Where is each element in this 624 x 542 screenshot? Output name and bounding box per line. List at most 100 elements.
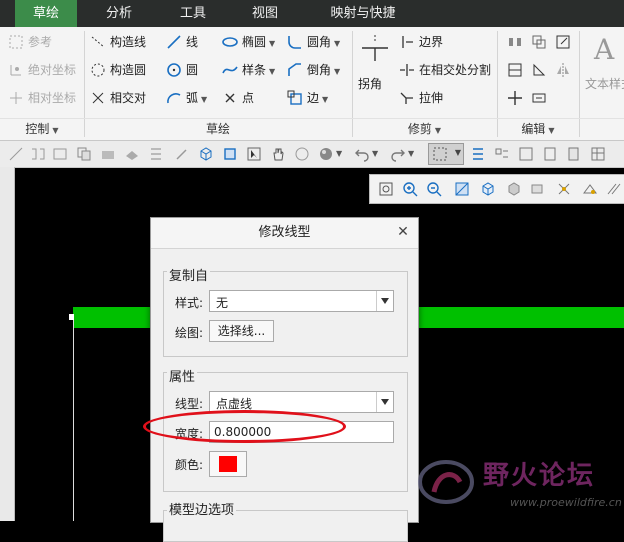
table-tool-icon[interactable]	[52, 146, 68, 162]
tab-sketch[interactable]: 草绘	[15, 0, 77, 27]
view-manager-icon[interactable]	[530, 181, 546, 197]
chevron-down-icon[interactable]: ▼	[408, 146, 424, 162]
group-label-divider	[0, 118, 624, 119]
layers-icon[interactable]	[566, 146, 582, 162]
sketcher-display-icon[interactable]	[606, 181, 622, 197]
zoom-in-icon[interactable]	[402, 181, 418, 197]
reference-button[interactable]: 参考	[8, 31, 52, 53]
copy-icon[interactable]	[531, 34, 547, 53]
text-style-icon[interactable]: A	[594, 33, 614, 66]
boundary-icon	[399, 34, 415, 50]
arc-button[interactable]: 弧 ▼	[166, 87, 207, 109]
reference-label: 参考	[28, 35, 53, 49]
line-button[interactable]: 线	[166, 31, 198, 53]
trim-label: 修剪	[407, 122, 432, 136]
fillet-icon	[287, 34, 303, 50]
arc-icon	[166, 90, 182, 106]
repaint-icon[interactable]	[454, 181, 470, 197]
constraint-tool-icon[interactable]	[148, 146, 164, 162]
shape-tool-icon[interactable]	[124, 146, 140, 162]
mirror-tool-icon[interactable]	[30, 146, 46, 162]
chevron-down-icon[interactable]	[376, 291, 393, 311]
redo-icon[interactable]	[390, 146, 406, 162]
absolute-coords-button[interactable]: 绝对坐标	[8, 59, 76, 81]
display-sphere-icon[interactable]	[318, 146, 334, 162]
spline-button[interactable]: 样条 ▼	[222, 59, 275, 81]
group-label-trim[interactable]: 修剪 ▼	[352, 119, 497, 139]
refit-icon[interactable]	[378, 181, 394, 197]
tab-mapping-shortcuts[interactable]: 映射与快捷	[318, 0, 408, 27]
wand-tool-icon[interactable]	[174, 146, 190, 162]
shaded-cube-icon[interactable]	[222, 146, 238, 162]
tab-tools[interactable]: 工具	[163, 0, 223, 27]
relative-coords-icon	[8, 90, 24, 106]
line-endpoint[interactable]	[69, 314, 74, 320]
chamfer-button[interactable]: 倒角 ▼	[287, 59, 340, 81]
corner-button[interactable]: 拐角	[358, 35, 394, 115]
corner-label: 拐角	[358, 77, 383, 91]
vertical-line[interactable]	[73, 318, 74, 521]
resize-icon[interactable]	[555, 34, 571, 53]
select-filter-button[interactable]: ▼	[428, 143, 464, 165]
select-arrow-icon[interactable]	[246, 146, 262, 162]
fillet-button[interactable]: 圆角 ▼	[287, 31, 340, 53]
replace-icon[interactable]	[531, 90, 547, 109]
relative-coords-button[interactable]: 相对坐标	[8, 87, 76, 109]
boundary-button[interactable]: 边界	[399, 31, 443, 53]
point-button[interactable]: 点	[222, 87, 254, 109]
mirror-icon[interactable]	[507, 34, 523, 53]
intersect-icon	[90, 90, 106, 106]
circle-icon	[166, 62, 182, 78]
chevron-down-icon[interactable]: ▼	[336, 146, 352, 162]
regenerate-icon[interactable]	[470, 146, 486, 162]
rotate-icon[interactable]	[531, 62, 547, 81]
constraint-box-icon[interactable]	[518, 146, 534, 162]
pan-hand-icon[interactable]	[270, 146, 286, 162]
divide-icon	[399, 62, 415, 78]
select-lines-button[interactable]: 选择线...	[209, 320, 274, 342]
table-icon[interactable]	[590, 146, 606, 162]
tab-view[interactable]: 视图	[235, 0, 295, 27]
construction-circle-label: 构造圆	[110, 63, 147, 77]
trim-segment-icon[interactable]	[507, 62, 523, 81]
group-label-sketch: 草绘	[84, 119, 352, 139]
model-tree-panel[interactable]	[0, 167, 15, 521]
edit-label: 编辑	[521, 122, 546, 136]
construction-line-button[interactable]: 构造线	[90, 31, 146, 53]
edge-button[interactable]: 边 ▼	[287, 87, 328, 109]
layers-tool-icon[interactable]	[100, 146, 116, 162]
chevron-down-icon[interactable]: ▼	[372, 146, 388, 162]
divide-button[interactable]: 在相交处分割	[399, 59, 491, 81]
sketch-tool-icon[interactable]	[8, 146, 24, 162]
undo-icon[interactable]	[354, 146, 370, 162]
linetype-label: 线型:	[175, 397, 204, 411]
move-icon[interactable]	[507, 90, 523, 109]
spin-center-icon[interactable]	[294, 146, 310, 162]
construction-line-icon	[90, 34, 106, 50]
note-tool-icon[interactable]	[542, 146, 558, 162]
style-select[interactable]: 无	[209, 290, 394, 312]
color-button[interactable]	[209, 451, 247, 477]
chevron-down-icon[interactable]	[376, 392, 393, 412]
display-style-cube-icon[interactable]	[480, 181, 496, 197]
saved-orientation-icon[interactable]	[506, 181, 522, 197]
circle-button[interactable]: 圆	[166, 59, 198, 81]
tab-analysis[interactable]: 分析	[88, 0, 150, 27]
construction-circle-button[interactable]: 构造圆	[90, 59, 146, 81]
stretch-button[interactable]: 拉伸	[399, 87, 443, 109]
annotation-display-icon[interactable]	[582, 181, 598, 197]
chevron-down-icon: ▼	[454, 148, 461, 157]
wireframe-cube-icon[interactable]	[198, 146, 214, 162]
group-label-edit[interactable]: 编辑 ▼	[497, 119, 579, 139]
group-label-control[interactable]: 控制 ▼	[0, 119, 84, 139]
intersect-pair-button[interactable]: 相交对	[90, 87, 146, 109]
zoom-out-icon[interactable]	[426, 181, 442, 197]
dim-tool-icon[interactable]	[494, 146, 510, 162]
drawing-label: 绘图:	[175, 326, 204, 340]
ellipse-button[interactable]: 椭圆 ▼	[222, 31, 275, 53]
close-icon[interactable]: ✕	[396, 225, 410, 239]
mirror-axis-icon[interactable]	[555, 62, 571, 81]
stretch-label: 拉伸	[419, 91, 444, 105]
datum-display-icon[interactable]	[556, 181, 572, 197]
copy-tool-icon[interactable]	[76, 146, 92, 162]
